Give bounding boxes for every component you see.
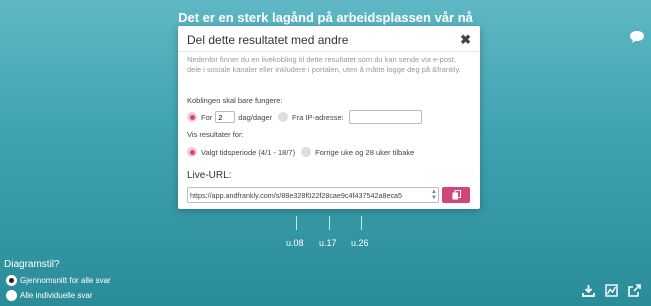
results-label: Vis resultater for:: [187, 130, 244, 139]
radio-ip-address[interactable]: [278, 112, 289, 122]
link-restriction-label: Koblingen skal bare fungere:: [187, 96, 283, 105]
share-icon[interactable]: [628, 284, 641, 297]
ip-address-input[interactable]: [348, 110, 422, 124]
modal-title: Del dette resultatet med andre: [187, 33, 349, 47]
toolbar: [582, 284, 641, 297]
modal-header: Del dette resultatet med andre ✖: [178, 26, 480, 52]
days-input[interactable]: [215, 111, 236, 123]
share-modal: Del dette resultatet med andre ✖ Nedenfo…: [178, 26, 480, 209]
radio-unselected[interactable]: [6, 290, 17, 301]
radio-selected[interactable]: [6, 275, 17, 286]
radio-previous-weeks[interactable]: [301, 147, 312, 157]
diagram-option-label: Gjennomsnitt for alle svar: [20, 276, 111, 285]
axis-tick: [296, 216, 297, 230]
days-unit-label: dag/dager: [238, 112, 273, 122]
live-url-text: https://app.andfrankly.com/s/88e328f022f…: [190, 190, 403, 200]
results-row: Valgt tidsperiode (4/1 - 18/7) Forrige u…: [187, 147, 414, 157]
ip-label: Fra IP-adresse:: [292, 112, 344, 122]
link-restriction-row: For dag/dager Fra IP-adresse:: [187, 110, 422, 124]
url-scroll-icon[interactable]: ▲ ▼: [430, 189, 438, 201]
diagram-option-label: Alle individuelle svar: [20, 291, 93, 300]
for-label: For: [201, 112, 213, 122]
previous-weeks-label: Forrige uke og 28 uker tilbake: [315, 147, 415, 157]
copy-button[interactable]: [442, 187, 470, 203]
axis-label: u.17: [319, 238, 337, 248]
diagram-style-title: Diagramstil?: [4, 259, 60, 270]
diagram-option-average[interactable]: Gjennomsnitt for alle svar: [6, 275, 111, 286]
chat-icon[interactable]: [629, 30, 645, 44]
radio-selected-period[interactable]: [187, 147, 197, 157]
download-icon[interactable]: [582, 284, 595, 297]
radio-for-days[interactable]: [187, 112, 197, 122]
axis-label: u.08: [286, 238, 304, 248]
chart-icon[interactable]: [605, 284, 618, 297]
live-url-field[interactable]: https://app.andfrankly.com/s/88e328f022f…: [187, 187, 439, 203]
copy-icon: [452, 190, 461, 200]
modal-intro: Nedenfor finner du en livekobling til de…: [187, 55, 461, 74]
diagram-option-individual[interactable]: Alle individuelle svar: [6, 290, 92, 301]
live-url-label: Live-URL:: [187, 170, 232, 181]
close-icon[interactable]: ✖: [460, 32, 471, 48]
radio-dot: [189, 149, 195, 155]
axis-label: u.26: [351, 238, 369, 248]
radio-dot: [189, 114, 195, 120]
axis-tick: [361, 216, 362, 230]
radio-dot: [9, 278, 14, 283]
axis-tick: [329, 216, 330, 230]
selected-period-label: Valgt tidsperiode (4/1 - 18/7): [201, 147, 296, 157]
page-title: Det er en sterk lagånd på arbeidsplassen…: [178, 10, 473, 25]
